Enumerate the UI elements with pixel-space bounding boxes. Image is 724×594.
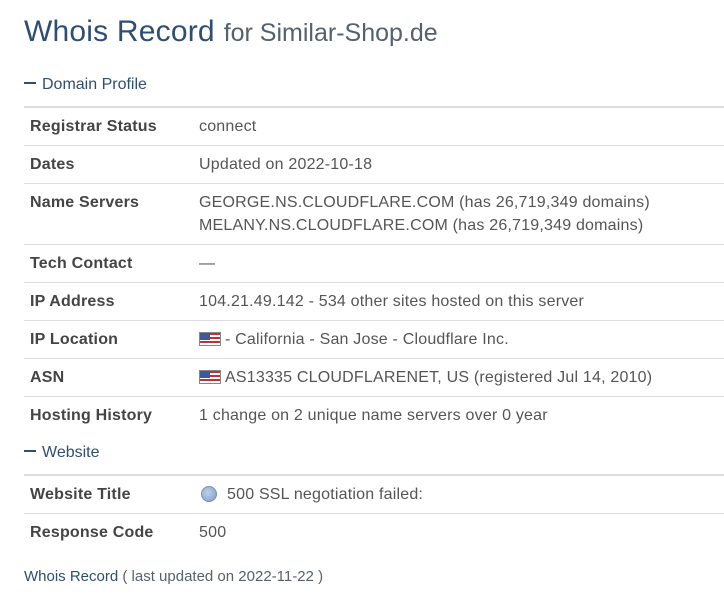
us-flag-icon	[199, 370, 221, 384]
page-title-main: Whois Record	[24, 15, 215, 48]
name-server-1: GEORGE.NS.CLOUDFLARE.COM (has 26,719,349…	[199, 194, 650, 211]
table-row: IP Location - California - San Jose - Cl…	[24, 320, 724, 359]
website-heading: Website	[42, 444, 100, 461]
row-label-ip-location: IP Location	[30, 331, 119, 348]
collapse-icon	[24, 449, 36, 452]
us-flag-icon	[199, 332, 221, 346]
row-value-registrar-status: connect	[199, 118, 257, 135]
whois-page: Whois Record for Similar-Shop.de Domain …	[0, 0, 724, 594]
website-table: Website Title 500 SSL negotiation failed…	[24, 474, 724, 551]
row-label-dates: Dates	[30, 156, 75, 173]
row-label-ip-address: IP Address	[30, 293, 115, 310]
row-label-tech-contact: Tech Contact	[30, 255, 133, 272]
row-label-hosting-history: Hosting History	[30, 407, 153, 424]
row-label-response-code: Response Code	[30, 524, 154, 541]
row-value-asn: AS13335 CLOUDFLARENET, US (registered Ju…	[225, 369, 653, 386]
row-label-registrar-status: Registrar Status	[30, 118, 157, 135]
page-title: Whois Record for Similar-Shop.de	[24, 12, 438, 49]
domain-profile-heading: Domain Profile	[42, 76, 147, 93]
globe-icon	[201, 486, 217, 502]
table-row: ASN AS13335 CLOUDFLARENET, US (registere…	[24, 358, 724, 397]
collapse-icon	[24, 81, 36, 84]
website-toggle[interactable]: Website	[24, 444, 100, 462]
table-row: Tech Contact —	[24, 244, 724, 283]
name-server-2: MELANY.NS.CLOUDFLARE.COM (has 26,719,349…	[199, 217, 644, 234]
row-label-website-title: Website Title	[30, 486, 131, 503]
row-value-response-code: 500	[199, 524, 227, 541]
row-label-asn: ASN	[30, 369, 65, 386]
row-value-dates: Updated on 2022-10-18	[199, 156, 373, 173]
domain-profile-table: Registrar Status connect Dates Updated o…	[24, 106, 724, 434]
table-row: Hosting History 1 change on 2 unique nam…	[24, 396, 724, 435]
whois-record-link[interactable]: Whois Record	[24, 568, 118, 585]
table-row: Registrar Status connect	[24, 107, 724, 146]
page-title-domain: for Similar-Shop.de	[223, 19, 438, 47]
table-row: IP Address 104.21.49.142 - 534 other sit…	[24, 282, 724, 321]
table-row: Dates Updated on 2022-10-18	[24, 145, 724, 184]
footer: Whois Record ( last updated on 2022-11-2…	[24, 568, 323, 585]
table-row: Website Title 500 SSL negotiation failed…	[24, 475, 724, 514]
row-value-ip-location: - California - San Jose - Cloudflare Inc…	[225, 331, 509, 348]
row-value-ip-address[interactable]: 104.21.49.142 - 534 other sites hosted o…	[199, 283, 724, 320]
row-value-website-title: 500 SSL negotiation failed:	[227, 486, 424, 503]
table-row: Response Code 500	[24, 513, 724, 552]
domain-profile-toggle[interactable]: Domain Profile	[24, 76, 147, 94]
last-updated-text: ( last updated on 2022-11-22 )	[122, 568, 324, 585]
row-label-name-servers: Name Servers	[30, 194, 140, 211]
table-row: Name Servers GEORGE.NS.CLOUDFLARE.COM (h…	[24, 183, 724, 245]
row-value-hosting-history[interactable]: 1 change on 2 unique name servers over 0…	[199, 397, 724, 434]
row-value-tech-contact: —	[199, 255, 216, 272]
